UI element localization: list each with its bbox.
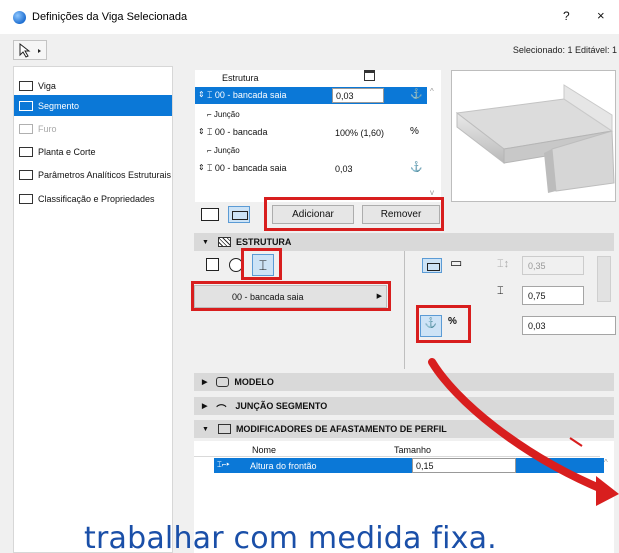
scroll-down-icon[interactable]: v — [430, 188, 434, 197]
structure-list: Estrutura ⇕ ⌶ 00 - bancada saia 0,03 ⚓ ⌐… — [195, 70, 441, 202]
beam-model-image — [455, 84, 615, 193]
tutorial-caption: trabalhar com medida fixa. — [84, 521, 497, 553]
list-item[interactable]: ⇕ ⌶ 00 - bancada saia 0,03 ⚓ — [195, 87, 427, 104]
collapse-icon: ▼ — [202, 238, 209, 246]
panel-divider — [404, 251, 405, 369]
sidebar-item-label: Furo — [38, 123, 57, 134]
sidebar-item-viga[interactable]: Viga — [14, 75, 172, 96]
hole-icon — [19, 123, 33, 134]
sidebar-item-furo: Furo — [14, 118, 172, 139]
window-title: Definições da Viga Selecionada — [32, 11, 188, 23]
section-modelo[interactable]: ▶ MODELO — [194, 373, 614, 391]
profile-name: ⌶ 00 - bancada saia — [207, 163, 287, 173]
app-icon — [13, 11, 26, 24]
width-field: 0,35 — [522, 256, 584, 275]
profile-name: ⌶ 00 - bancada saia — [207, 90, 287, 100]
hatch-icon — [217, 237, 231, 247]
column-header-size: Tamanho — [394, 445, 432, 455]
table-header: Nome Tamanho — [194, 441, 600, 457]
modifier-row-icon: ⌶⌐▸ — [217, 460, 230, 469]
structure-list-header: Estrutura — [222, 73, 259, 83]
percent-offset-button[interactable]: % — [448, 316, 457, 327]
section-estrutura[interactable]: ▼ ESTRUTURA — [194, 233, 614, 251]
dimension-link-toggle[interactable] — [597, 256, 611, 302]
properties-icon — [19, 193, 33, 204]
settings-sidebar: Viga Segmento Furo Planta e Corte Parâme… — [13, 66, 173, 553]
model-icon — [216, 377, 230, 387]
junction-label: ⌐ Junção — [207, 110, 240, 119]
stack-icon — [364, 70, 375, 81]
beam-icon — [19, 80, 33, 91]
vertical-orientation-button[interactable] — [448, 255, 468, 273]
junction-label: ⌐ Junção — [207, 146, 240, 155]
segment-view-button[interactable] — [228, 206, 250, 223]
analytics-icon — [19, 169, 33, 180]
fixed-offset-button[interactable]: ⚓ — [420, 315, 442, 337]
reference-anchor-icon[interactable]: ⚓ — [410, 162, 422, 173]
drag-handle-icon[interactable]: ⇕ — [198, 163, 205, 172]
expand-icon: ▶ — [202, 379, 208, 386]
sidebar-item-planta-corte[interactable]: Planta e Corte — [14, 141, 172, 162]
profile-shape-button[interactable]: ⌶ — [252, 254, 274, 276]
segment-value-input[interactable]: 0,03 — [332, 88, 384, 103]
selection-filter-button[interactable] — [13, 40, 47, 60]
segment-value: 0,03 — [335, 164, 353, 174]
title-bar: Definições da Viga Selecionada ? × — [0, 0, 619, 34]
column-header-name: Nome — [252, 445, 277, 455]
help-button[interactable]: ? — [563, 9, 570, 23]
beam-3d-preview[interactable] — [451, 70, 616, 202]
modifier-name: Altura do frontão — [250, 461, 317, 471]
collapse-icon: ▼ — [202, 425, 209, 433]
list-item[interactable]: ⇕ ⌶ 00 - bancada 100% (1,60) % — [195, 124, 427, 141]
sidebar-item-segmento[interactable]: Segmento — [14, 95, 172, 116]
height-dimension-icon: ⌶ — [497, 285, 504, 297]
sidebar-item-label: Segmento — [38, 100, 80, 111]
segment-value: 100% (1,60) — [335, 128, 385, 138]
drag-handle-icon[interactable]: ⇕ — [198, 90, 205, 99]
sidebar-item-label: Parâmetros Analíticos Estruturais — [38, 169, 172, 180]
sidebar-item-label: Viga — [38, 80, 56, 91]
section-modificadores[interactable]: ▼ MODIFICADORES DE AFASTAMENTO DE PERFIL — [194, 420, 614, 438]
selection-status: Selecionado: 1 Editável: 1 — [512, 45, 617, 55]
horizontal-orientation-button[interactable] — [422, 258, 442, 273]
sidebar-item-label: Planta e Corte — [38, 146, 96, 157]
table-row[interactable]: ⌶⌐▸ Altura do frontão 0,15 — [214, 458, 604, 473]
plan-section-icon — [19, 146, 33, 157]
height-field[interactable]: 0,75 — [522, 286, 584, 305]
close-button[interactable]: × — [597, 8, 605, 23]
sidebar-item-parametros-analiticos[interactable]: Parâmetros Analíticos Estruturais — [14, 164, 172, 185]
segment-icon — [19, 100, 33, 111]
sidebar-item-classificacao[interactable]: Classificação e Propriedades — [14, 188, 172, 209]
reference-anchor-icon[interactable]: ⚓ — [410, 89, 422, 100]
list-item[interactable]: ⌐ Junção — [195, 107, 427, 124]
section-title: MODELO — [234, 377, 274, 387]
width-dimension-icon: ⌶↕ — [497, 258, 510, 270]
list-item[interactable]: ⇕ ⌶ 00 - bancada saia 0,03 ⚓ — [195, 160, 427, 177]
rectangular-shape-button[interactable] — [206, 258, 219, 271]
percent-icon[interactable]: % — [410, 126, 419, 137]
junction-icon: ⌒ — [216, 405, 227, 416]
expand-icon: ▶ — [202, 403, 208, 410]
modifier-value-input[interactable]: 0,15 — [412, 458, 516, 473]
section-title: JUNÇÃO SEGMENTO — [235, 401, 328, 411]
profile-modifier-icon — [217, 424, 231, 434]
section-title: ESTRUTURA — [235, 237, 292, 247]
list-item[interactable]: ⌐ Junção — [195, 143, 427, 160]
add-button[interactable]: Adicionar — [272, 205, 354, 224]
section-juncao-segmento[interactable]: ▶ ⌒ JUNÇÃO SEGMENTO — [194, 397, 614, 416]
profile-select-value: 00 - bancada saia — [232, 292, 304, 302]
chevron-right-icon: ▶ — [376, 293, 382, 300]
section-title: MODIFICADORES DE AFASTAMENTO DE PERFIL — [235, 424, 447, 434]
remove-button[interactable]: Remover — [362, 205, 440, 224]
sidebar-item-label: Classificação e Propriedades — [38, 193, 155, 204]
arrow-cursor-icon — [19, 42, 41, 58]
single-view-button[interactable] — [201, 208, 219, 221]
scroll-up-icon[interactable]: ^ — [430, 87, 434, 96]
drag-handle-icon[interactable]: ⇕ — [198, 127, 205, 136]
scroll-up-icon[interactable]: ^ — [604, 458, 608, 467]
offset-field[interactable]: 0,03 — [522, 316, 616, 335]
profile-select[interactable]: 00 - bancada saia ▶ — [194, 285, 387, 308]
circular-shape-button[interactable] — [229, 258, 243, 272]
profile-name: ⌶ 00 - bancada — [207, 127, 268, 137]
